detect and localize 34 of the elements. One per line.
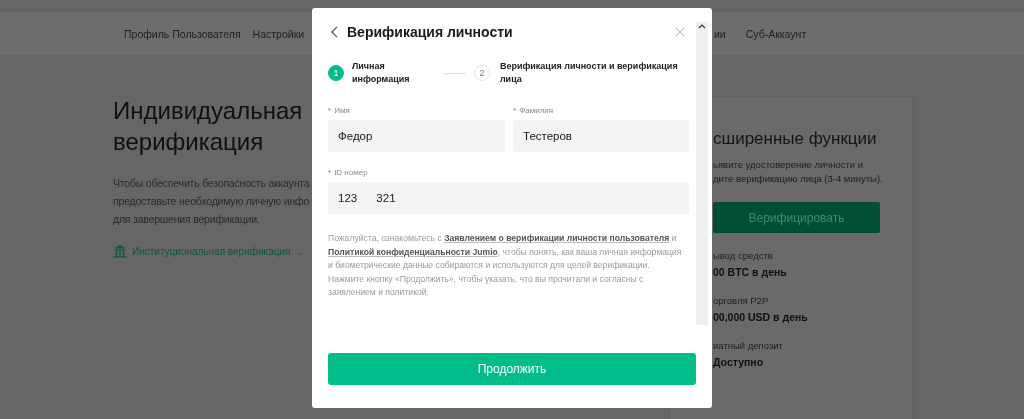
field-label: ID номер bbox=[334, 168, 368, 177]
card-heading: сширенные функции bbox=[713, 129, 878, 149]
step-label: Верификация личности и верификация лица bbox=[499, 60, 679, 86]
page-heading: Индивидуальная верификация bbox=[113, 96, 303, 157]
limit-label: ывод средств bbox=[713, 250, 774, 261]
step-number: 1 bbox=[328, 65, 344, 81]
limit-label: орговля P2P bbox=[713, 295, 770, 306]
policy-link[interactable]: Политикой конфиденциальности Jumio bbox=[328, 246, 498, 257]
scrollbar[interactable] bbox=[696, 22, 708, 325]
nav-tab[interactable]: Профиль Пользователя bbox=[124, 27, 241, 40]
limit-value: 00 BTC в день bbox=[713, 266, 788, 278]
continue-button[interactable]: Продолжить bbox=[328, 352, 696, 385]
nav-tab[interactable]: Суб-Аккаунт bbox=[745, 27, 807, 40]
field-label: Фамилия bbox=[519, 106, 554, 115]
dialog-title: Верификация личности bbox=[347, 24, 513, 40]
limit-label: иатный депозит bbox=[713, 340, 784, 351]
required-mark: * bbox=[513, 106, 517, 115]
limit-value: Доступно bbox=[713, 356, 765, 368]
field-label: Имя bbox=[334, 106, 350, 115]
input-field[interactable]: Федор bbox=[328, 120, 505, 152]
input-field[interactable]: Тестеров bbox=[513, 120, 689, 152]
step-number: 2 bbox=[473, 65, 490, 81]
input-field[interactable]: 123 321 bbox=[328, 182, 689, 214]
nav-tab[interactable]: ии bbox=[714, 27, 726, 40]
required-mark: * bbox=[328, 168, 332, 177]
bank-icon bbox=[113, 244, 127, 258]
limit-value: 00,000 USD в день bbox=[713, 311, 809, 323]
nav-tab[interactable]: Настройки bbox=[252, 27, 305, 40]
consent-notice: Пожалуйста, ознакомьтесь с Заявлением о верификации личности пользователя и Политикой конфиденциальности Jumio, чтобы понять, как ваша личная информация и биометрические данные собираются и используются для целей верификации. Нажмите кнопку «Продолжить», чтобы указать, что вы прочитали и согласны с заявлением и политикой. bbox=[328, 232, 683, 300]
required-mark: * bbox=[328, 106, 332, 115]
verify-button[interactable]: Верифицировать bbox=[713, 202, 880, 233]
step-label: Личная информация bbox=[352, 60, 411, 86]
scroll-up-icon[interactable] bbox=[698, 24, 706, 29]
policy-link[interactable]: Заявлением о верификации личности пользователя bbox=[444, 233, 670, 243]
